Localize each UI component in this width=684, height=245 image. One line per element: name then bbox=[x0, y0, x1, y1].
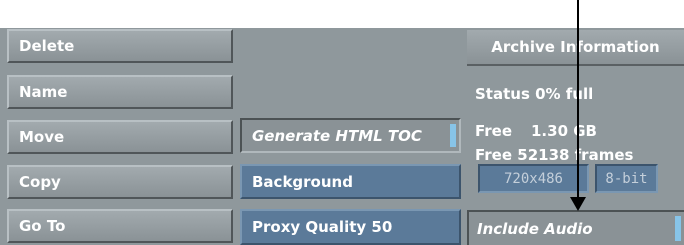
toggle-indicator bbox=[450, 124, 456, 147]
copy-label: Copy bbox=[19, 173, 61, 191]
bit-depth-field[interactable]: 8-bit bbox=[595, 164, 658, 193]
resolution-field[interactable]: 720x486 bbox=[478, 164, 589, 193]
name-label: Name bbox=[19, 83, 68, 101]
generate-html-toc-toggle[interactable]: Generate HTML TOC bbox=[240, 118, 461, 153]
bit-depth-value: 8-bit bbox=[605, 170, 648, 187]
name-button[interactable]: Name bbox=[7, 75, 233, 109]
move-button[interactable]: Move bbox=[7, 120, 233, 154]
proxy-quality-field[interactable]: Proxy Quality 50 bbox=[240, 209, 461, 245]
delete-button[interactable]: Delete bbox=[7, 29, 233, 63]
go-to-button[interactable]: Go To bbox=[7, 209, 233, 243]
move-label: Move bbox=[19, 128, 65, 146]
free-frames-text: Free 52138 frames bbox=[475, 146, 634, 164]
toggle-indicator bbox=[675, 216, 681, 241]
callout-arrow-head-icon bbox=[570, 197, 586, 211]
archive-information-header: Archive Information bbox=[467, 30, 684, 66]
delete-label: Delete bbox=[19, 37, 75, 55]
proxy-quality-label: Proxy Quality 50 bbox=[252, 218, 393, 236]
background-button[interactable]: Background bbox=[240, 164, 461, 199]
generate-html-toc-label: Generate HTML TOC bbox=[252, 126, 422, 145]
copy-button[interactable]: Copy bbox=[7, 165, 233, 199]
free-label: Free bbox=[475, 122, 513, 140]
free-size-value: 1.30 GB bbox=[531, 122, 597, 140]
callout-arrow-line bbox=[577, 0, 579, 208]
background-label: Background bbox=[252, 172, 353, 191]
archive-information-title: Archive Information bbox=[491, 38, 660, 56]
resolution-value: 720x486 bbox=[503, 170, 563, 187]
status-text: Status 0% full bbox=[475, 85, 594, 103]
include-audio-toggle[interactable]: Include Audio bbox=[467, 210, 684, 245]
include-audio-label: Include Audio bbox=[477, 219, 593, 238]
go-to-label: Go To bbox=[19, 217, 66, 235]
